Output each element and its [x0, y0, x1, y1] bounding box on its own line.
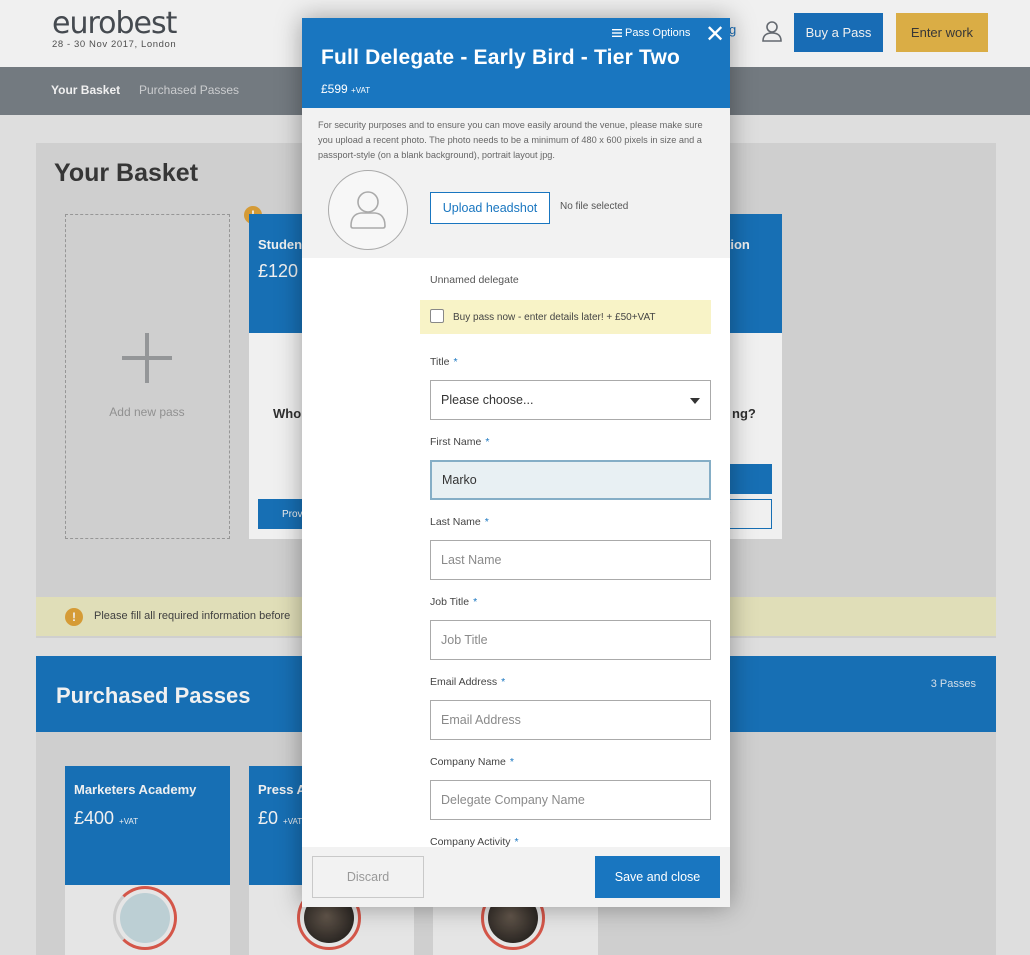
pass-options-label: Pass Options — [625, 27, 691, 39]
chevron-down-icon — [690, 398, 700, 404]
required-marker: * — [514, 836, 519, 847]
email-field[interactable] — [430, 700, 711, 740]
pass-options-menu[interactable]: Pass Options — [612, 27, 690, 39]
modal-title: Full Delegate - Early Bird - Tier Two — [321, 46, 681, 69]
buy-later-checkbox[interactable] — [430, 309, 444, 323]
modal-price: £599 +VAT — [321, 82, 370, 96]
upload-headshot-button[interactable]: Upload headshot — [430, 192, 550, 224]
modal-footer: Discard Save and close — [302, 847, 730, 907]
buy-later-label: Buy pass now - enter details later! + £5… — [453, 312, 656, 323]
company-activity-label: Company Activity * — [430, 836, 519, 847]
company-name-label: Company Name * — [430, 756, 514, 768]
photo-instructions: For security purposes and to ensure you … — [318, 120, 703, 160]
first-name-field[interactable] — [430, 460, 711, 500]
required-marker: * — [453, 356, 458, 368]
title-select[interactable]: Please choose... — [430, 380, 711, 420]
email-label: Email Address * — [430, 676, 506, 688]
first-name-label: First Name * — [430, 436, 490, 448]
job-title-field[interactable] — [430, 620, 711, 660]
pass-details-modal: Pass Options ✕ Full Delegate - Early Bir… — [302, 18, 730, 907]
required-marker: * — [501, 676, 506, 688]
buy-now-details-later-option[interactable]: Buy pass now - enter details later! + £5… — [420, 300, 711, 334]
company-name-field[interactable] — [430, 780, 711, 820]
menu-lines-icon — [612, 29, 622, 38]
modal-price-vat: +VAT — [351, 86, 371, 95]
delegate-name-heading: Unnamed delegate — [430, 274, 519, 286]
headshot-placeholder — [328, 170, 408, 250]
required-marker: * — [509, 756, 514, 768]
required-marker: * — [473, 596, 478, 608]
job-title-label: Job Title * — [430, 596, 478, 608]
last-name-label: Last Name * — [430, 516, 489, 528]
save-and-close-button[interactable]: Save and close — [595, 856, 720, 898]
close-icon[interactable]: ✕ — [705, 23, 725, 47]
required-marker: * — [485, 436, 490, 448]
file-status-text: No file selected — [560, 201, 629, 212]
headshot-section: For security purposes and to ensure you … — [302, 108, 730, 258]
modal-header: Pass Options ✕ Full Delegate - Early Bir… — [302, 18, 730, 108]
delegate-form: Unnamed delegate Buy pass now - enter de… — [302, 258, 730, 847]
modal-price-amount: £599 — [321, 82, 348, 96]
title-label: Title * — [430, 356, 458, 368]
last-name-field[interactable] — [430, 540, 711, 580]
user-silhouette-icon — [350, 191, 386, 229]
title-select-value: Please choose... — [441, 393, 534, 407]
discard-button[interactable]: Discard — [312, 856, 424, 898]
required-marker: * — [484, 516, 489, 528]
